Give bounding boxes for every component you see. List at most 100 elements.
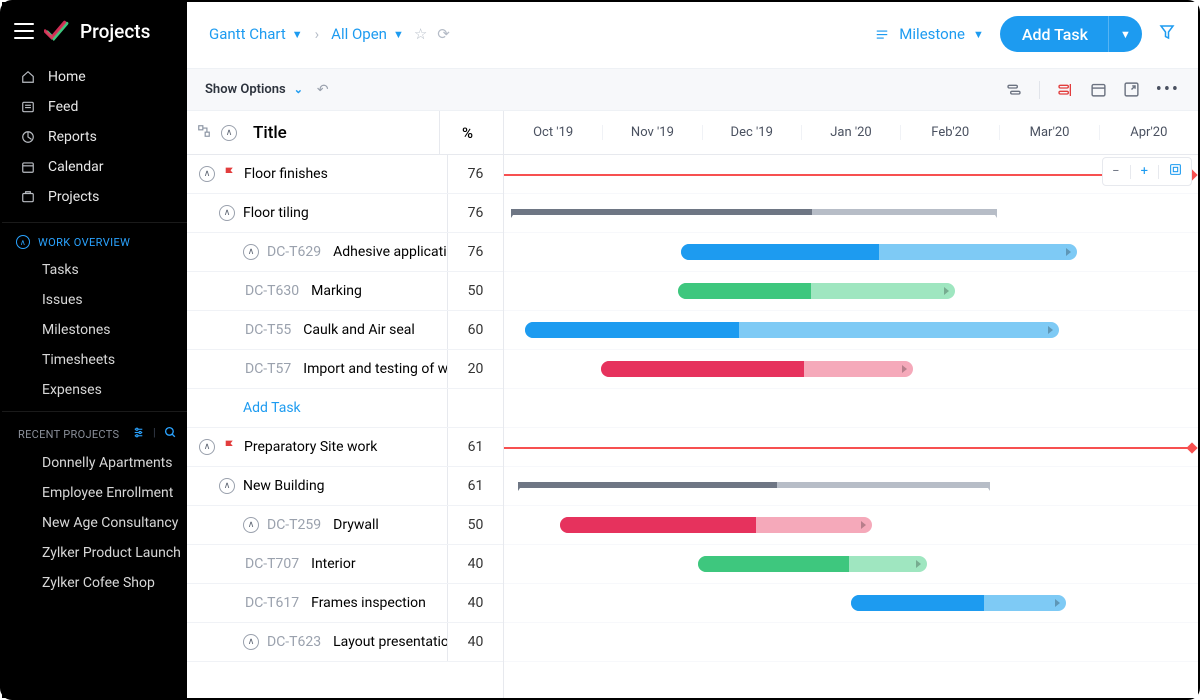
task-label: Drywall [333, 517, 379, 533]
nav-feed[interactable]: Feed [2, 92, 187, 122]
task-label: Preparatory Site work [244, 439, 377, 455]
breadcrumb-gantt[interactable]: Gantt Chart▼ [209, 25, 303, 43]
search-icon[interactable] [164, 426, 177, 442]
section-label: WORK OVERVIEW [38, 236, 130, 249]
summary-bar[interactable] [511, 209, 997, 215]
show-options-button[interactable]: Show Options⌄ [205, 82, 303, 97]
timeline-row[interactable] [504, 584, 1198, 623]
collapse-icon[interactable]: ∧ [243, 517, 259, 533]
label: Show Options [205, 82, 286, 97]
timeline-row[interactable] [504, 233, 1198, 272]
fit-icon[interactable] [1169, 163, 1182, 180]
star-icon[interactable]: ☆ [414, 25, 427, 43]
timeline-row[interactable] [504, 311, 1198, 350]
sidebar-item-milestones[interactable]: Milestones [2, 315, 187, 345]
timeline-row[interactable] [504, 506, 1198, 545]
recent-project-item[interactable]: Employee Enrollment [2, 478, 187, 508]
zoom-out-icon[interactable]: − [1112, 164, 1119, 179]
table-row[interactable]: ∧New Building61 [187, 467, 503, 506]
task-bar[interactable] [681, 244, 1077, 260]
collapse-icon[interactable]: ∧ [243, 244, 259, 260]
recent-project-item[interactable]: Donnelly Apartments [2, 448, 187, 478]
sidebar-item-expenses[interactable]: Expenses [2, 375, 187, 405]
collapse-icon[interactable]: ∧ [199, 166, 215, 182]
chevron-down-icon[interactable]: ▼ [1108, 16, 1142, 52]
task-bar[interactable] [851, 595, 1066, 611]
timeline-row[interactable] [504, 155, 1198, 194]
collapse-icon[interactable]: ∧ [243, 634, 259, 650]
sidebar-item-issues[interactable]: Issues [2, 285, 187, 315]
calendar-view-icon[interactable] [1090, 81, 1107, 98]
nav-label: Calendar [48, 159, 104, 175]
add-task-button[interactable]: Add Task ▼ [1000, 16, 1142, 52]
breadcrumb-filter[interactable]: All Open▼ [331, 25, 404, 43]
add-task-link[interactable]: Add Task [187, 400, 447, 416]
refresh-icon[interactable]: ⟳ [437, 25, 450, 43]
timeline-row[interactable] [504, 389, 1198, 428]
undo-icon[interactable]: ↶ [317, 82, 329, 98]
recent-project-item[interactable]: New Age Consultancy [2, 508, 187, 538]
collapse-icon[interactable]: ∧ [199, 439, 215, 455]
timeline-row[interactable] [504, 350, 1198, 389]
percent-cell: 60 [447, 311, 503, 349]
filter-icon[interactable] [1158, 23, 1176, 45]
table-row[interactable]: DC-T57Import and testing of woo..20 [187, 350, 503, 389]
collapse-icon[interactable]: ∧ [219, 478, 235, 494]
timeline-row[interactable] [504, 545, 1198, 584]
view-mode-2-icon[interactable] [1056, 82, 1074, 98]
percent-cell: 50 [447, 506, 503, 544]
view-mode-1-icon[interactable] [1005, 82, 1023, 98]
table-row[interactable]: ∧DC-T629Adhesive application76 [187, 233, 503, 272]
table-row[interactable]: ∧Preparatory Site work61 [187, 428, 503, 467]
table-row[interactable]: DC-T55Caulk and Air seal60 [187, 311, 503, 350]
month-header: Nov '19 [602, 125, 701, 140]
recent-project-item[interactable]: Zylker Cofee Shop [2, 568, 187, 598]
task-label: New Building [243, 478, 325, 494]
zoom-in-icon[interactable]: + [1141, 164, 1148, 179]
more-icon[interactable]: ••• [1156, 79, 1180, 100]
table-row[interactable]: DC-T617Frames inspection40 [187, 584, 503, 623]
timeline-row[interactable] [504, 272, 1198, 311]
table-row[interactable]: DC-T630Marking50 [187, 272, 503, 311]
collapse-all-icon[interactable]: ∧ [221, 125, 237, 141]
settings-icon[interactable] [132, 426, 145, 442]
task-label: Frames inspection [311, 595, 426, 611]
table-row[interactable]: ∧Floor finishes76 [187, 155, 503, 194]
task-bar[interactable] [698, 556, 927, 572]
table-row[interactable]: ∧DC-T623Layout presentation40 [187, 623, 503, 662]
work-overview-heading[interactable]: ∧ WORK OVERVIEW [2, 222, 187, 255]
task-bar[interactable] [560, 517, 872, 533]
table-row[interactable]: DC-T707Interior40 [187, 545, 503, 584]
milestone-dropdown[interactable]: Milestone ▼ [873, 25, 984, 43]
task-bar[interactable] [678, 283, 956, 299]
timeline-row[interactable] [504, 467, 1198, 506]
sidebar-item-tasks[interactable]: Tasks [2, 255, 187, 285]
timeline-row[interactable] [504, 623, 1198, 662]
task-bar[interactable] [525, 322, 1059, 338]
recent-project-item[interactable]: Zylker Product Launch [2, 538, 187, 568]
brand: Projects [2, 8, 187, 58]
nav-calendar[interactable]: Calendar [2, 152, 187, 182]
table-row[interactable]: Add Task [187, 389, 503, 428]
chevron-down-icon: ▼ [292, 28, 303, 41]
hierarchy-icon[interactable] [197, 124, 211, 142]
summary-bar[interactable] [518, 482, 990, 488]
nav-projects[interactable]: Projects [2, 182, 187, 212]
task-bar[interactable] [601, 361, 913, 377]
hamburger-menu-icon[interactable] [14, 23, 34, 39]
chevron-down-icon: ▼ [973, 28, 984, 41]
table-row[interactable]: ∧Floor tiling76 [187, 194, 503, 233]
timeline-row[interactable] [504, 428, 1198, 467]
breadcrumb-separator: › [315, 25, 320, 43]
percent-cell: 76 [447, 155, 503, 193]
percent-cell: 40 [447, 623, 503, 661]
collapse-icon[interactable]: ∧ [219, 205, 235, 221]
nav-reports[interactable]: Reports [2, 122, 187, 152]
milestone-flag-icon [223, 439, 236, 456]
sidebar-item-timesheets[interactable]: Timesheets [2, 345, 187, 375]
fullscreen-icon[interactable] [1123, 81, 1140, 98]
nav-label: Feed [48, 99, 78, 115]
timeline-row[interactable] [504, 194, 1198, 233]
nav-home[interactable]: Home [2, 62, 187, 92]
table-row[interactable]: ∧DC-T259Drywall50 [187, 506, 503, 545]
